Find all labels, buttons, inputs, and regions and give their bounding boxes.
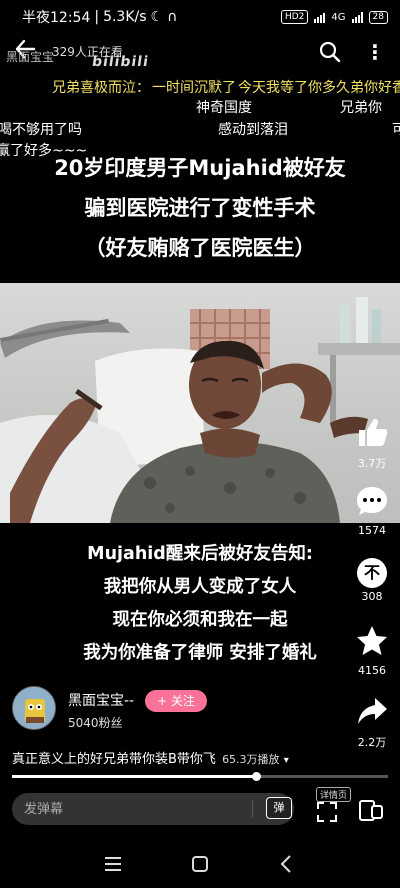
thumbs-up-icon bbox=[359, 418, 388, 446]
status-bar: 半夜12:54 | 5.3K/s ☾ ∩ HD2 4G 28 bbox=[0, 0, 400, 34]
network-type: 4G bbox=[331, 11, 346, 23]
danmaku-item: 兄弟你 bbox=[340, 100, 382, 116]
video-title-row[interactable]: 真正意义上的好兄弟带你装B带你飞 65.3万播放 ▾ bbox=[12, 748, 289, 767]
bilibili-logo: bilibili bbox=[90, 54, 150, 70]
avatar-image bbox=[13, 687, 55, 729]
progress-handle[interactable] bbox=[252, 772, 262, 781]
network-speed: 5.3K/s bbox=[103, 9, 147, 25]
title-line: 骗到医院进行了变性手术 bbox=[84, 196, 316, 220]
system-nav-bar bbox=[0, 840, 400, 888]
avatar[interactable] bbox=[12, 686, 56, 730]
expand-icon[interactable] bbox=[316, 801, 338, 823]
detail-page-label: 详情页 bbox=[316, 787, 352, 802]
more-icon[interactable]: ⋮ bbox=[362, 38, 388, 66]
top-bar: 黑面宝宝 329人正在看 bilibili ⋮ bbox=[0, 36, 400, 70]
comment-count: 1574 bbox=[358, 524, 386, 537]
danmaku-toggle-button[interactable]: 弹 bbox=[266, 797, 292, 819]
home-icon[interactable] bbox=[185, 850, 215, 878]
status-left: 半夜12:54 | 5.3K/s ☾ ∩ bbox=[22, 7, 177, 27]
headset-icon: ∩ bbox=[167, 9, 178, 25]
dislike-count: 308 bbox=[361, 590, 383, 603]
danmaku-item: 一时间沉默了 bbox=[152, 80, 236, 96]
share-button[interactable]: 2.2万 bbox=[342, 694, 400, 750]
comment-button[interactable]: 1574 bbox=[342, 484, 400, 537]
subtitle-line: 我把你从男人变成了女人 bbox=[103, 577, 297, 597]
subtitle-line: Mujahid醒来后被好友告知: bbox=[87, 544, 313, 564]
divider: | bbox=[94, 9, 100, 25]
danmaku-input-box[interactable]: 弹 bbox=[12, 793, 294, 825]
video-title: 真正意义上的好兄弟带你装B带你飞 bbox=[12, 752, 216, 767]
fullscreen-icon[interactable] bbox=[358, 797, 384, 823]
uploader-name[interactable]: 黑面宝宝-- bbox=[68, 690, 134, 710]
progress-bar[interactable] bbox=[12, 772, 388, 781]
play-count: 65.3万播放 bbox=[222, 753, 280, 766]
danmaku-item: 今天我等了你多久弟你好香 bbox=[238, 80, 400, 96]
danmaku-item: 感动到落泪 bbox=[218, 122, 288, 138]
progress-fill bbox=[12, 775, 257, 778]
favorite-button[interactable]: 4156 bbox=[342, 624, 400, 677]
follow-button[interactable]: + 关注 bbox=[145, 690, 207, 712]
subtitle-line: 现在你必须和我在一起 bbox=[112, 610, 288, 630]
video-title-overlay: 20岁印度男子Mujahid被好友 骗到医院进行了变性手术 （好友贿赂了医院医生… bbox=[0, 148, 400, 268]
dislike-button[interactable]: 不 308 bbox=[342, 558, 400, 603]
hd-badge: HD2 bbox=[280, 10, 309, 24]
danmaku-item: 神奇国度 bbox=[196, 100, 252, 116]
share-icon bbox=[358, 698, 387, 724]
status-time: 半夜12:54 bbox=[22, 10, 91, 26]
subtitles: Mujahid醒来后被好友告知: 我把你从男人变成了女人 现在你必须和我在一起 … bbox=[0, 538, 400, 670]
signal-icon bbox=[314, 11, 326, 23]
like-button[interactable]: 3.7万 bbox=[342, 415, 400, 471]
status-right: HD2 4G 28 bbox=[280, 10, 388, 24]
signal-icon-2 bbox=[351, 11, 363, 23]
divider bbox=[252, 800, 253, 818]
menu-icon[interactable] bbox=[98, 850, 128, 878]
share-count: 2.2万 bbox=[357, 736, 387, 749]
danmaku-input[interactable] bbox=[24, 793, 244, 825]
comment-icon bbox=[357, 487, 387, 515]
favorite-count: 4156 bbox=[358, 664, 386, 677]
search-icon[interactable] bbox=[318, 40, 344, 66]
like-count: 3.7万 bbox=[357, 457, 387, 470]
star-icon bbox=[357, 626, 387, 655]
danmaku-item: 可 bbox=[392, 122, 400, 138]
chevron-down-icon: ▾ bbox=[283, 755, 289, 766]
moon-icon: ☾ bbox=[150, 9, 164, 25]
dislike-icon: 不 bbox=[357, 558, 387, 588]
video-frame bbox=[0, 297, 400, 523]
title-line: 20岁印度男子Mujahid被好友 bbox=[54, 156, 346, 180]
back-icon[interactable] bbox=[272, 850, 302, 878]
danmaku-item: 兄弟喜极而泣： bbox=[52, 80, 150, 96]
subtitle-line: 我为你准备了律师 安排了婚礼 bbox=[83, 643, 317, 663]
battery-icon: 28 bbox=[368, 10, 388, 24]
video-player[interactable] bbox=[0, 283, 400, 523]
title-line: （好友贿赂了医院医生） bbox=[84, 236, 316, 260]
danmaku-item: 喝不够用了吗 bbox=[0, 122, 82, 138]
uploader-short: 黑面宝宝 bbox=[6, 50, 55, 64]
fan-count: 5040粉丝 bbox=[68, 716, 123, 730]
